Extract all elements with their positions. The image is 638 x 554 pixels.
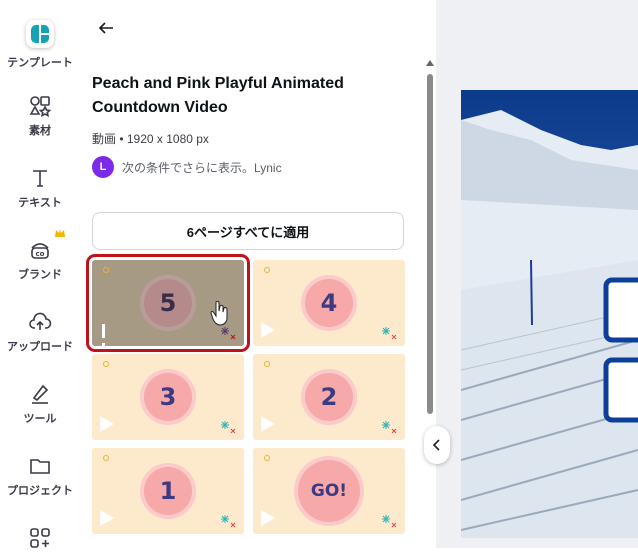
avatar: L — [92, 156, 114, 178]
rail-label: ブランド — [18, 269, 62, 281]
sun-icon — [103, 267, 109, 273]
pause-icon[interactable] — [102, 324, 114, 346]
number-badge: 5 — [144, 279, 192, 327]
panel-scrollbar[interactable] — [424, 60, 436, 546]
author-row[interactable]: L 次の条件でさらに表示。Lynic — [92, 156, 282, 178]
tools-icon — [28, 382, 52, 406]
sun-icon — [103, 455, 109, 461]
apps-icon — [28, 526, 52, 550]
templates-icon — [26, 20, 54, 48]
brand-icon: co — [28, 238, 52, 262]
page-number: 5 — [159, 289, 177, 317]
number-badge: GO! — [298, 460, 360, 522]
rail-item-tools[interactable]: ツール — [0, 382, 80, 426]
rail-item-brand[interactable]: co ブランド — [0, 229, 80, 282]
number-badge: 2 — [305, 373, 353, 421]
play-icon[interactable] — [261, 510, 275, 526]
page-number: GO! — [310, 481, 348, 501]
rail-item-upload[interactable]: アップロード — [0, 310, 80, 354]
page-number: 4 — [320, 289, 338, 317]
sparkle-icon — [221, 327, 236, 340]
rail-item-text[interactable]: テキスト — [0, 166, 80, 210]
back-button[interactable] — [94, 16, 118, 40]
page-number: 2 — [320, 383, 338, 411]
play-icon[interactable] — [100, 510, 114, 526]
sun-icon — [103, 361, 109, 367]
number-badge: 1 — [144, 467, 192, 515]
page-number: 3 — [159, 383, 177, 411]
sun-icon — [264, 361, 270, 367]
number-badge: 4 — [305, 279, 353, 327]
collapse-panel-button[interactable] — [424, 426, 450, 464]
play-icon[interactable] — [100, 416, 114, 432]
template-panel: Peach and Pink Playful Animated Countdow… — [80, 0, 436, 548]
page-thumbnail[interactable]: GO! — [253, 448, 405, 534]
author-link[interactable]: 次の条件でさらに表示。Lynic — [122, 159, 282, 176]
folder-icon — [28, 454, 52, 478]
page-number: 1 — [159, 477, 177, 505]
rail-label: アップロード — [7, 341, 73, 353]
elements-icon — [28, 94, 52, 118]
template-meta: 動画 • 1920 x 1080 px — [92, 132, 209, 146]
rail-label: テキスト — [18, 197, 62, 209]
rail-label: 素材 — [29, 125, 51, 137]
rail-item-templates[interactable]: テンプレート — [0, 20, 80, 70]
sun-icon — [264, 455, 270, 461]
apply-all-pages-button[interactable]: 6ページすべてに適用 — [92, 212, 404, 250]
page-thumbnail[interactable]: 3 — [92, 354, 244, 440]
video-preview[interactable] — [461, 90, 638, 538]
rail-item-projects[interactable]: プロジェクト — [0, 454, 80, 498]
number-badge: 3 — [144, 373, 192, 421]
upload-icon — [28, 310, 52, 334]
sparkle-icon — [382, 327, 397, 340]
sparkle-icon — [382, 515, 397, 528]
rail-item-elements[interactable]: 素材 — [0, 94, 80, 138]
page-thumbnail[interactable]: 5 — [86, 254, 250, 352]
rail-item-apps[interactable] — [0, 526, 80, 554]
page-thumbnail[interactable]: 4 — [253, 260, 405, 346]
snow-landscape-image — [461, 90, 638, 538]
scrollbar-thumb[interactable] — [427, 74, 433, 414]
template-title: Peach and Pink Playful Animated Countdow… — [92, 75, 344, 116]
sparkle-icon — [382, 421, 397, 434]
play-icon[interactable] — [261, 416, 275, 432]
chevron-left-icon — [432, 439, 440, 451]
rail-label: プロジェクト — [7, 485, 73, 497]
rail-label: ツール — [23, 413, 57, 425]
play-icon[interactable] — [261, 322, 275, 338]
side-rail: テンプレート 素材 テキスト co ブランド アップロード ツール プロジェクト — [0, 0, 80, 548]
sparkle-icon — [221, 515, 236, 528]
arrow-left-icon — [98, 22, 113, 34]
page-thumbnail[interactable]: 2 — [253, 354, 405, 440]
rail-label: テンプレート — [7, 57, 73, 69]
svg-text:co: co — [36, 250, 45, 258]
text-icon — [28, 166, 52, 190]
hand-cursor-icon — [210, 300, 228, 326]
sparkle-icon — [221, 421, 236, 434]
page-thumbnail[interactable]: 1 — [92, 448, 244, 534]
scroll-up-icon[interactable] — [426, 60, 434, 66]
crown-icon — [55, 229, 65, 237]
sun-icon — [264, 267, 270, 273]
